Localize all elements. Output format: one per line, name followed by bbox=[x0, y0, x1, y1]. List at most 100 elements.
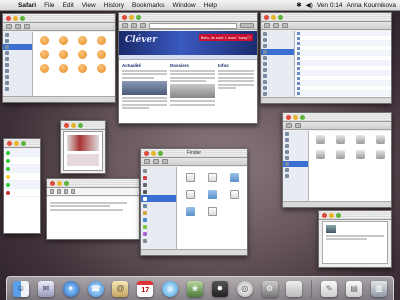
file-icon[interactable] bbox=[205, 190, 219, 199]
titlebar[interactable] bbox=[261, 13, 391, 22]
zoom-icon[interactable] bbox=[278, 14, 283, 20]
forward-icon[interactable] bbox=[295, 123, 301, 128]
zoom-icon[interactable] bbox=[336, 212, 341, 218]
list-item[interactable] bbox=[295, 91, 391, 96]
titlebar[interactable] bbox=[119, 13, 257, 22]
bluetooth-icon[interactable]: ✱ bbox=[296, 1, 301, 9]
clock[interactable]: Ven 0:14 bbox=[317, 2, 343, 9]
drive-icon[interactable] bbox=[313, 150, 327, 159]
titlebar[interactable] bbox=[47, 179, 139, 188]
close-icon[interactable] bbox=[322, 212, 327, 218]
minimize-icon[interactable] bbox=[13, 15, 18, 21]
file-icon[interactable] bbox=[183, 190, 197, 199]
app-icon[interactable] bbox=[56, 36, 70, 45]
promo-banner[interactable]: Bién, ils sont 1 avec "easy"? bbox=[198, 34, 253, 41]
app-icon[interactable] bbox=[75, 50, 89, 59]
minimize-icon[interactable] bbox=[57, 180, 62, 186]
app-icon[interactable] bbox=[75, 36, 89, 45]
close-icon[interactable] bbox=[286, 114, 291, 120]
drive-icon[interactable] bbox=[313, 135, 327, 144]
back-icon[interactable] bbox=[264, 23, 270, 28]
view-icon[interactable] bbox=[282, 23, 288, 28]
headline[interactable]: Infos bbox=[218, 63, 254, 68]
view-icon[interactable] bbox=[162, 159, 168, 164]
iphoto-icon[interactable]: ❀ bbox=[187, 280, 204, 297]
system-preferences-icon[interactable]: ⚙ bbox=[261, 280, 278, 297]
back-icon[interactable] bbox=[286, 123, 292, 128]
file-icon[interactable] bbox=[205, 207, 219, 216]
close-icon[interactable] bbox=[144, 150, 149, 156]
zoom-icon[interactable] bbox=[20, 15, 25, 21]
reload-icon[interactable] bbox=[140, 23, 146, 28]
drive-icon[interactable] bbox=[353, 150, 367, 159]
minimize-icon[interactable] bbox=[151, 150, 156, 156]
ichat-icon[interactable]: ☎ bbox=[87, 280, 104, 297]
zoom-icon[interactable] bbox=[64, 180, 69, 186]
close-icon[interactable] bbox=[122, 14, 127, 20]
buddy-row[interactable] bbox=[4, 149, 40, 157]
justify-icon[interactable] bbox=[71, 189, 75, 194]
app-icon[interactable] bbox=[56, 50, 70, 59]
drive-icon[interactable] bbox=[373, 135, 387, 144]
user-name[interactable]: Anna Kournikova bbox=[346, 2, 396, 9]
sidebar-item[interactable] bbox=[283, 173, 308, 179]
buddy-row[interactable] bbox=[4, 181, 40, 189]
minimize-icon[interactable] bbox=[329, 212, 334, 218]
address-field[interactable] bbox=[149, 22, 237, 29]
menu-bookmarks[interactable]: Bookmarks bbox=[128, 2, 169, 9]
itunes-icon[interactable]: ♫ bbox=[162, 280, 179, 297]
titlebar[interactable] bbox=[61, 121, 105, 130]
apple-icon[interactable] bbox=[286, 280, 303, 297]
sidebar-item[interactable] bbox=[141, 174, 176, 181]
forward-icon[interactable] bbox=[153, 159, 159, 164]
document-icon[interactable]: ✎ bbox=[321, 280, 338, 297]
file-icon[interactable] bbox=[227, 190, 241, 199]
sidebar-item[interactable] bbox=[141, 237, 176, 244]
app-icon[interactable] bbox=[75, 64, 89, 73]
forward-icon[interactable] bbox=[131, 23, 137, 28]
text-area[interactable] bbox=[47, 197, 139, 239]
sidebar-item[interactable] bbox=[141, 181, 176, 188]
zoom-icon[interactable] bbox=[300, 114, 305, 120]
buddy-row[interactable] bbox=[4, 173, 40, 181]
minimize-icon[interactable] bbox=[271, 14, 276, 20]
buddy-row[interactable] bbox=[4, 165, 40, 173]
menu-view[interactable]: View bbox=[78, 2, 100, 9]
file-icon[interactable] bbox=[227, 173, 241, 182]
app-icon[interactable] bbox=[94, 50, 108, 59]
drive-icon[interactable] bbox=[333, 135, 347, 144]
app-icon[interactable] bbox=[37, 64, 51, 73]
menu-history[interactable]: History bbox=[100, 2, 128, 9]
site-logo[interactable]: Cléver bbox=[125, 35, 157, 45]
close-icon[interactable] bbox=[7, 140, 12, 146]
file-icon[interactable] bbox=[183, 173, 197, 182]
sidebar-item[interactable] bbox=[3, 86, 32, 92]
search-field[interactable] bbox=[240, 23, 254, 28]
headline[interactable]: Dossiers bbox=[170, 63, 215, 68]
minimize-icon[interactable] bbox=[71, 122, 76, 128]
document-icon[interactable]: ▤ bbox=[346, 280, 363, 297]
align-right-icon[interactable] bbox=[64, 189, 68, 194]
idvd-icon[interactable]: ◎ bbox=[236, 280, 253, 297]
app-icon[interactable] bbox=[37, 50, 51, 59]
buddy-row[interactable] bbox=[4, 189, 40, 197]
ical-icon[interactable]: 17 bbox=[137, 280, 154, 297]
finder-icon[interactable]: ☺ bbox=[13, 280, 29, 297]
minimize-icon[interactable] bbox=[293, 114, 298, 120]
close-icon[interactable] bbox=[50, 180, 55, 186]
back-icon[interactable] bbox=[6, 24, 12, 29]
drive-icon[interactable] bbox=[353, 135, 367, 144]
close-icon[interactable] bbox=[264, 14, 269, 20]
titlebar[interactable] bbox=[4, 139, 40, 148]
menu-help[interactable]: Help bbox=[200, 2, 221, 9]
sidebar-item[interactable] bbox=[141, 230, 176, 237]
menu-file[interactable]: File bbox=[40, 2, 58, 9]
menu-edit[interactable]: Edit bbox=[59, 2, 78, 9]
close-icon[interactable] bbox=[6, 15, 11, 21]
drive-icon[interactable] bbox=[333, 150, 347, 159]
app-icon[interactable] bbox=[37, 36, 51, 45]
imovie-icon[interactable]: ✸ bbox=[211, 280, 228, 297]
view-icon[interactable] bbox=[24, 24, 30, 29]
minimize-icon[interactable] bbox=[129, 14, 134, 20]
sidebar-item[interactable] bbox=[141, 223, 176, 230]
